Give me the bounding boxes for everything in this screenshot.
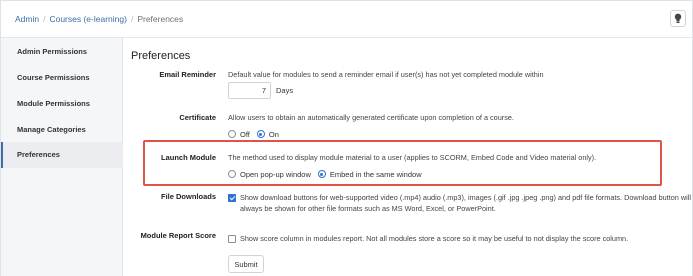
certificate-off-label[interactable]: Off	[240, 130, 250, 139]
sidebar-item-manage-categories[interactable]: Manage Categories	[0, 117, 123, 143]
sidebar-item-preferences[interactable]: Preferences	[0, 142, 123, 168]
module-report-score-label: Module Report Score	[140, 231, 216, 240]
file-downloads-checkbox[interactable]	[228, 194, 236, 202]
submit-button[interactable]: Submit	[228, 255, 264, 273]
help-button[interactable]	[670, 10, 686, 27]
certificate-options: Off On	[228, 128, 286, 140]
certificate-on-radio[interactable]	[256, 130, 265, 138]
sidebar-item-module-permissions[interactable]: Module Permissions	[0, 91, 123, 117]
reminder-days-unit: Days	[276, 86, 294, 95]
highlight-box	[143, 140, 662, 186]
sidebar-item-admin-permissions[interactable]: Admin Permissions	[0, 39, 123, 65]
breadcrumb-separator: /	[130, 14, 134, 24]
page-title: Preferences	[131, 50, 191, 62]
sidebar: Admin Permissions Course Permissions Mod…	[0, 38, 123, 276]
lightbulb-icon	[674, 13, 682, 23]
breadcrumb-current: Preferences	[137, 14, 184, 24]
breadcrumb-separator: /	[43, 14, 46, 24]
certificate-description: Allow users to obtain an automatically g…	[228, 113, 514, 122]
sidebar-item-course-permissions[interactable]: Course Permissions	[0, 65, 123, 91]
email-reminder-label: Email Reminder	[159, 70, 216, 79]
file-downloads-description: Show download buttons for web-supported …	[240, 193, 692, 213]
email-reminder-description: Default value for modules to send a remi…	[228, 70, 544, 79]
module-report-score-description: Show score column in modules report. Not…	[240, 234, 629, 243]
certificate-off-radio[interactable]	[228, 130, 236, 138]
certificate-on-label[interactable]: On	[269, 130, 279, 139]
breadcrumb-admin[interactable]: Admin	[15, 14, 39, 24]
breadcrumb: Admin / Courses (e-learning) / Preferences	[15, 14, 183, 24]
breadcrumb-courses[interactable]: Courses (e-learning)	[49, 14, 126, 24]
module-report-score-checkbox[interactable]	[228, 235, 236, 243]
reminder-days-input[interactable]: 7	[228, 82, 271, 99]
certificate-label: Certificate	[179, 113, 216, 122]
file-downloads-label: File Downloads	[160, 192, 216, 201]
top-bar: Admin / Courses (e-learning) / Preferences	[0, 0, 693, 38]
